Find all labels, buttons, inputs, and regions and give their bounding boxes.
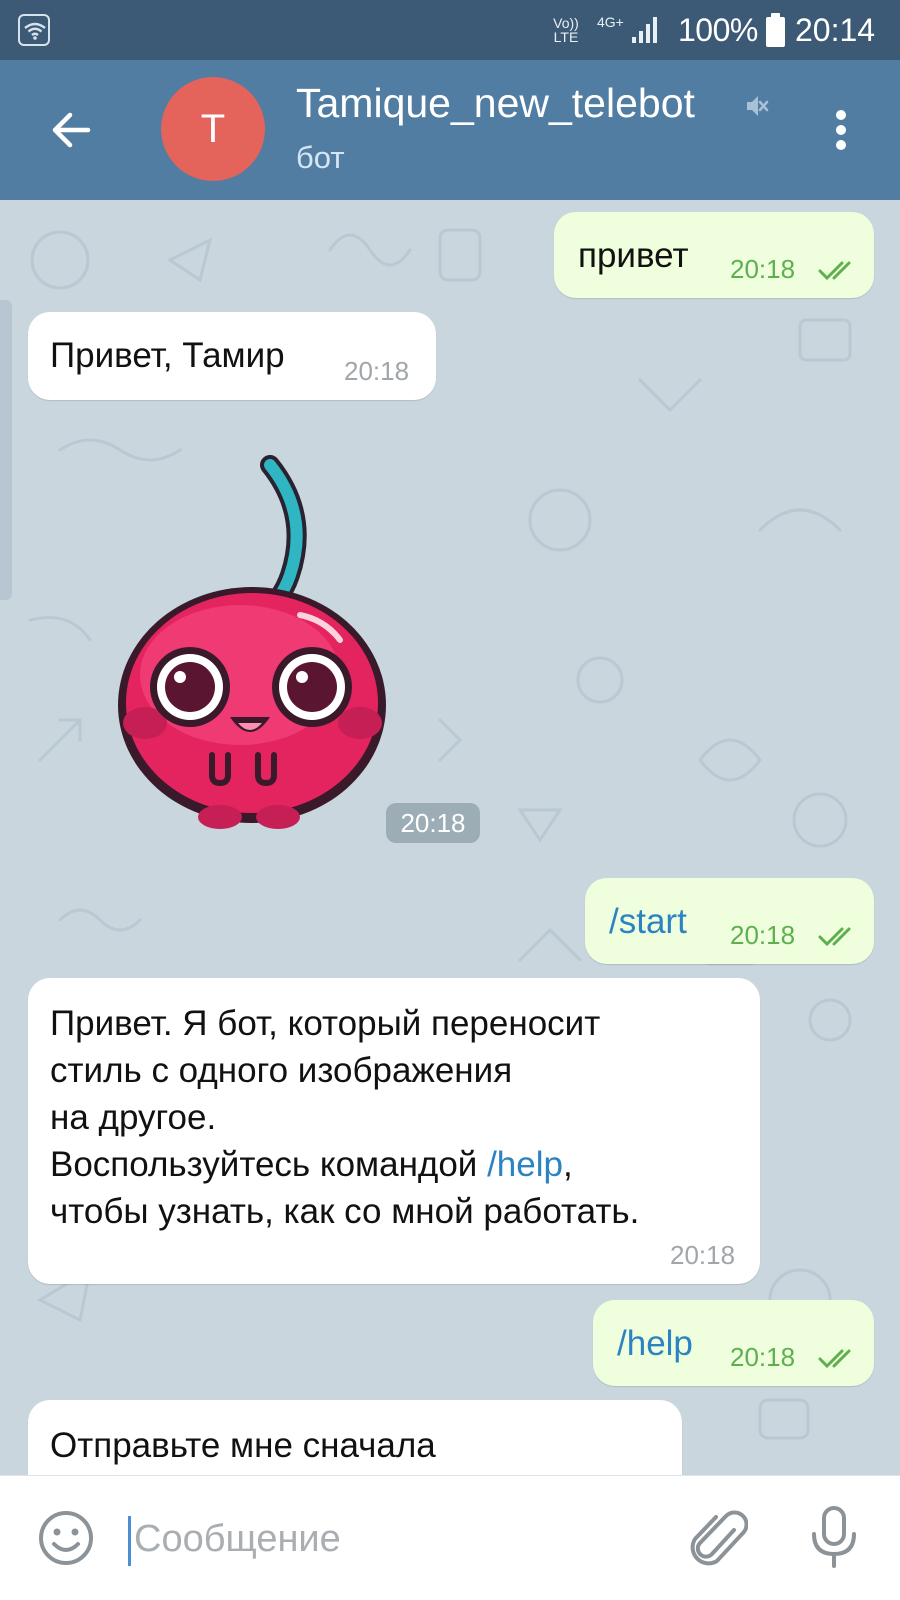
text-cursor [128, 1516, 131, 1566]
volte-indicator: Vo)) LTE [553, 15, 579, 45]
chat-title[interactable]: Tamique_new_telebot [296, 80, 695, 127]
message-bubble-incoming[interactable]: Отправьте мне сначала [28, 1400, 682, 1475]
message-text: Привет, Тамир [50, 336, 285, 375]
battery-percentage: 100% [678, 12, 758, 48]
emoji-button[interactable] [36, 1508, 96, 1568]
message-time: 20:18 [670, 1240, 736, 1270]
battery-icon [766, 13, 785, 47]
sticker-time: 20:18 [386, 803, 480, 843]
double-check-icon [818, 927, 851, 947]
message-line-text: Воспользуйтесь командой [50, 1145, 488, 1184]
cherry-sticker[interactable] [110, 455, 400, 835]
help-command-link[interactable]: /help [487, 1145, 563, 1184]
message-bubble-outgoing[interactable]: привет 20:18 [554, 212, 874, 298]
signal-icon [632, 16, 660, 49]
mute-icon [745, 92, 769, 125]
chat-subtitle: бот [296, 140, 345, 175]
message-text: привет [578, 236, 689, 275]
command-text[interactable]: /start [609, 902, 687, 942]
scrollbar[interactable] [0, 300, 12, 600]
voice-button[interactable] [808, 1504, 860, 1572]
message-text: Отправьте мне сначала [50, 1426, 436, 1465]
back-arrow-icon [52, 112, 91, 148]
message-line: стиль с одного изображения [50, 1051, 513, 1090]
command-text[interactable]: /help [617, 1324, 693, 1364]
message-composer [0, 1475, 900, 1600]
attach-button[interactable] [688, 1506, 749, 1570]
double-check-icon [818, 1349, 851, 1369]
back-button[interactable] [44, 102, 100, 158]
wifi-icon [18, 14, 50, 46]
message-bubble-incoming[interactable]: Привет, Тамир 20:18 [28, 312, 436, 400]
clock: 20:14 [795, 12, 876, 48]
more-vert-dot [836, 140, 846, 150]
message-line: Воспользуйтесь командой /help, [50, 1145, 573, 1185]
message-time: 20:18 [730, 920, 796, 950]
more-vert-icon [836, 110, 846, 120]
message-bubble-outgoing[interactable]: /start 20:18 [585, 878, 874, 964]
message-list[interactable]: привет 20:18 Привет, Тамир 20:18 20:18 /… [0, 200, 900, 1475]
status-bar: Vo)) LTE 4G+ 100% 20:14 [0, 0, 900, 60]
paperclip-icon [690, 1510, 749, 1566]
more-vert-dot [836, 125, 846, 135]
message-bubble-incoming[interactable]: Привет. Я бот, который переносит стиль с… [28, 978, 760, 1284]
message-bubble-outgoing[interactable]: /help 20:18 [593, 1300, 874, 1386]
chat-header: T Tamique_new_telebot бот [0, 60, 900, 200]
avatar[interactable]: T [161, 77, 265, 181]
message-line: Привет. Я бот, который переносит [50, 1004, 601, 1043]
microphone-icon [812, 1506, 856, 1568]
message-input[interactable] [134, 1506, 654, 1572]
message-time: 20:18 [730, 1342, 796, 1372]
double-check-icon [818, 261, 851, 281]
message-line: на другое. [50, 1098, 217, 1137]
message-line: чтобы узнать, как со мной работать. [50, 1192, 640, 1231]
network-type: 4G+ [597, 14, 624, 30]
emoji-icon [39, 1511, 93, 1565]
message-time: 20:18 [730, 254, 796, 284]
message-time: 20:18 [344, 356, 410, 386]
more-options-button[interactable] [822, 102, 862, 158]
message-line-punct: , [562, 1145, 573, 1184]
